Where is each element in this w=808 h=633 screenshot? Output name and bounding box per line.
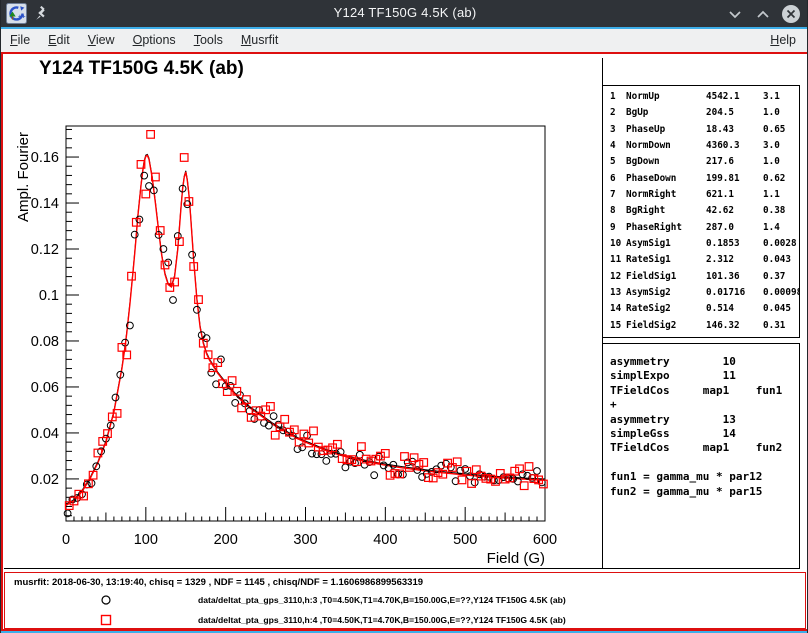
window-title: Y124 TF150G 4.5K (ab) xyxy=(1,5,808,20)
param-row-FieldSig1: 12FieldSig1101.360.37 xyxy=(610,271,799,287)
menu-item-help[interactable]: Help xyxy=(761,29,805,52)
plot-pad[interactable]: 0 100 200 300 400 500 600 0.02 0.04 0.06 0.08 0.1 0.… xyxy=(4,56,604,572)
menu-item-edit[interactable]: Edit xyxy=(39,29,79,52)
data-line-h3 xyxy=(66,154,545,504)
app-window: ++ Y124 TF150G 4.5K (ab) FileEditViewOpt… xyxy=(0,0,808,633)
param-row-RateSig2: 14RateSig20.5140.045 xyxy=(610,303,799,319)
menu-item-view[interactable]: View xyxy=(79,29,124,52)
minimize-button[interactable] xyxy=(725,4,745,24)
param-row-PhaseUp: 3PhaseUp18.430.65 xyxy=(610,124,799,140)
param-row-AsymSig2: 13AsymSig20.017160.00098 xyxy=(610,287,799,303)
data-point-square xyxy=(147,131,155,139)
param-row-NormUp: 1NormUp4542.13.1 xyxy=(610,91,799,107)
open-square-marker-icon xyxy=(99,613,113,627)
param-row-PhaseDown: 6PhaseDown199.810.62 xyxy=(610,173,799,189)
y-axis-title: Ampl. Fourier xyxy=(15,132,32,222)
legend-row: data/deltat_pta_gps_3110,h:4 ,T0=4.50K,T… xyxy=(5,611,805,629)
data-point-circle xyxy=(371,472,378,479)
x-tick-label: 0 xyxy=(62,532,70,548)
y-tick-label: 0.1 xyxy=(39,288,59,304)
titlebar[interactable]: ++ Y124 TF150G 4.5K (ab) xyxy=(1,0,808,27)
y-tick-label: 0.04 xyxy=(31,426,59,442)
menu-item-options[interactable]: Options xyxy=(124,29,185,52)
menu-items: FileEditViewOptionsToolsMusrfit xyxy=(1,33,287,47)
series-open-circle xyxy=(64,172,545,517)
legend-row: data/deltat_pta_gps_3110,h:3 ,T0=4.50K,T… xyxy=(5,591,805,609)
x-axis-title: Field (G) xyxy=(487,550,545,567)
x-tick-label: 300 xyxy=(293,532,317,548)
data-point-circle xyxy=(342,464,349,471)
data-point-circle xyxy=(131,231,138,238)
fit-parameters-box[interactable]: 1NormUp4542.13.12BgUp204.51.03PhaseUp18.… xyxy=(602,85,800,338)
fit-status-line: musrfit: 2018-06-30, 13:19:40, chisq = 1… xyxy=(14,577,423,588)
param-row-NormRight: 7NormRight621.11.1 xyxy=(610,189,799,205)
open-circle-marker-icon xyxy=(99,593,113,607)
data-point-square xyxy=(516,465,524,473)
legend-label: data/deltat_pta_gps_3110,h:3 ,T0=4.50K,T… xyxy=(198,595,566,605)
y-tick-label: 0.02 xyxy=(31,472,59,488)
data-point-circle xyxy=(194,306,201,313)
y-tick-label: 0.06 xyxy=(31,380,59,396)
info-legend-pad[interactable]: musrfit: 2018-06-30, 13:19:40, chisq = 1… xyxy=(4,572,806,629)
plot-frame xyxy=(66,126,545,521)
data-point-circle xyxy=(323,458,330,465)
data-point-square xyxy=(358,443,366,451)
data-point-square xyxy=(271,431,279,439)
param-row-AsymSig1: 10AsymSig10.18530.0028 xyxy=(610,238,799,254)
data-point-circle xyxy=(189,251,196,258)
x-tick-label: 400 xyxy=(373,532,397,548)
data-point-square xyxy=(142,190,150,198)
data-point-square xyxy=(156,227,164,235)
x-tick-label: 500 xyxy=(453,532,477,548)
data-point-circle xyxy=(534,468,541,475)
theory-text: asymmetry 10 simplExpo 11 TFieldCos map1… xyxy=(610,355,799,499)
menu-item-tools[interactable]: Tools xyxy=(185,29,232,52)
y-tick-label: 0.12 xyxy=(31,242,59,258)
fit-curve xyxy=(66,156,545,506)
param-row-BgDown: 5BgDown217.61.0 xyxy=(610,156,799,172)
menu-item-file[interactable]: File xyxy=(1,29,39,52)
data-point-square xyxy=(520,482,528,490)
data-point-square xyxy=(180,154,188,162)
data-point-square xyxy=(525,463,533,471)
data-point-circle xyxy=(88,480,95,487)
x-tick-label: 200 xyxy=(214,532,238,548)
data-point-square xyxy=(458,476,466,484)
data-point-circle xyxy=(203,335,210,342)
data-point-square xyxy=(386,472,394,480)
y-tick-label: 0.16 xyxy=(31,150,59,166)
maximize-button[interactable] xyxy=(753,4,773,24)
menubar: FileEditViewOptionsToolsMusrfit Help xyxy=(1,29,808,52)
data-point-circle xyxy=(218,356,225,363)
data-point-square xyxy=(453,458,461,466)
param-row-BgUp: 2BgUp204.51.0 xyxy=(610,107,799,123)
param-row-PhaseRight: 9PhaseRight287.01.4 xyxy=(610,222,799,238)
data-point-circle xyxy=(170,297,177,304)
x-tick-label: 100 xyxy=(134,532,158,548)
data-point-circle xyxy=(519,471,526,478)
data-point-square xyxy=(281,416,289,424)
theory-box[interactable]: asymmetry 10 simplExpo 11 TFieldCos map1… xyxy=(602,343,800,569)
param-row-BgRight: 8BgRight42.620.38 xyxy=(610,205,799,221)
legend-label: data/deltat_pta_gps_3110,h:4 ,T0=4.50K,T… xyxy=(198,615,566,625)
data-point-square xyxy=(310,427,318,435)
param-row-NormDown: 4NormDown4360.33.0 xyxy=(610,140,799,156)
menu-item-musrfit[interactable]: Musrfit xyxy=(232,29,288,52)
root-canvas[interactable]: Y124 TF150G 4.5K (ab) 010020030040050060… xyxy=(1,52,808,631)
param-row-RateSig1: 11RateSig12.3120.043 xyxy=(610,254,799,270)
x-tick-label: 600 xyxy=(533,532,557,548)
y-tick-label: 0.14 xyxy=(31,196,59,212)
param-row-FieldSig2: 15FieldSig2146.320.31 xyxy=(610,320,799,336)
data-point-square xyxy=(420,459,428,467)
series-open-square xyxy=(65,131,547,510)
close-button[interactable] xyxy=(781,4,801,24)
data-point-square xyxy=(195,296,203,304)
y-tick-label: 0.08 xyxy=(31,334,59,350)
data-point-circle xyxy=(270,413,277,420)
data-point-square xyxy=(128,272,136,280)
